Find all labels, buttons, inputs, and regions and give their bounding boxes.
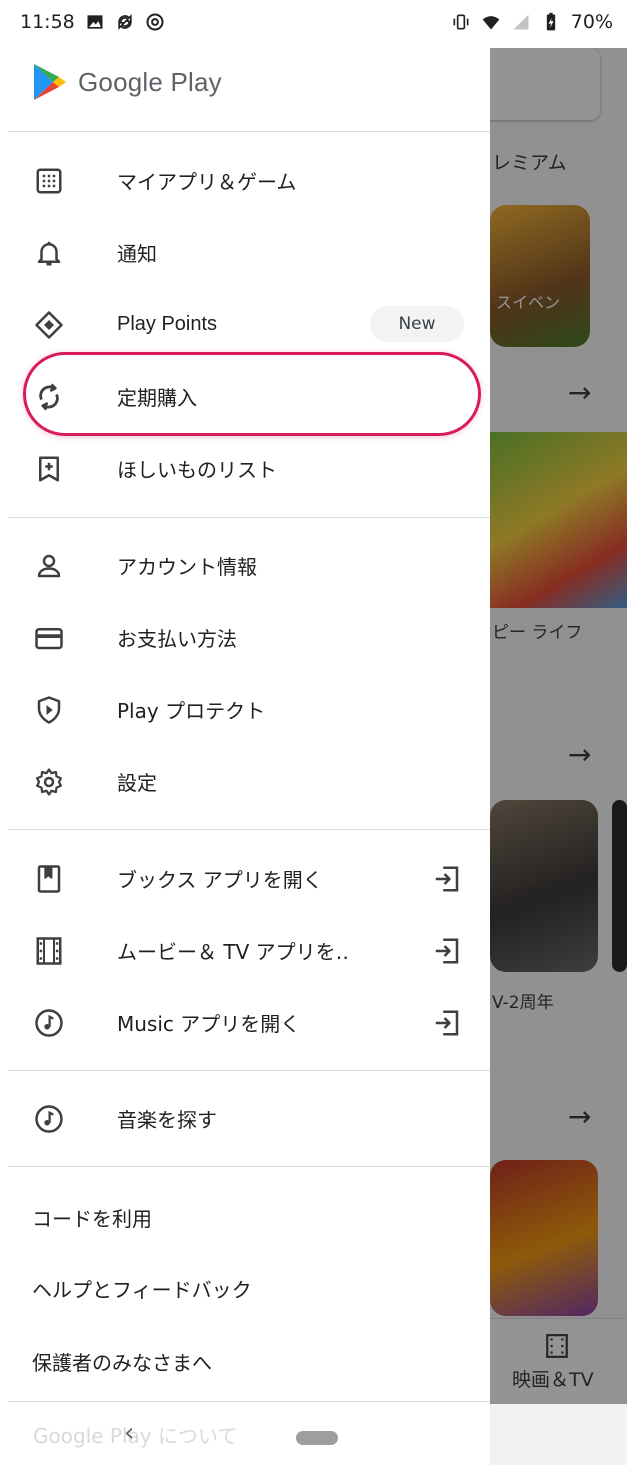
menu-item-play-points[interactable]: Play Points New	[8, 288, 490, 360]
open-external-icon	[435, 938, 459, 964]
person-icon	[37, 554, 61, 578]
grid-icon	[36, 168, 62, 194]
open-external-icon	[435, 1010, 459, 1036]
bell-icon	[37, 241, 61, 266]
menu-item-label: ブックス アプリを開く	[117, 867, 323, 892]
menu-item-label: アカウント情報	[117, 554, 257, 579]
menu-item-label: お支払い方法	[117, 626, 237, 651]
menu-item-account[interactable]: アカウント情報	[8, 529, 490, 601]
menu-item-open-books[interactable]: ブックス アプリを開く	[8, 842, 490, 914]
battery-level: 70%	[570, 11, 613, 33]
menu-item-label: Play プロテクト	[117, 698, 266, 723]
menu-item-help-feedback[interactable]: ヘルプとフィードバック	[32, 1274, 252, 1303]
menu-item-label: 音楽を探す	[117, 1107, 217, 1132]
back-chevron-icon[interactable]: ‹	[124, 1418, 134, 1448]
menu-item-label: ムービー＆ TV アプリを‥	[117, 939, 349, 964]
menu-item-label: ほしいものリスト	[117, 457, 277, 482]
new-badge: New	[370, 306, 464, 342]
battery-charging-icon	[546, 12, 555, 31]
menu-item-open-movies-tv[interactable]: ムービー＆ TV アプリを‥	[8, 914, 490, 986]
menu-item-wishlist[interactable]: ほしいものリスト	[8, 432, 490, 504]
menu-item-label: 通知	[117, 241, 157, 266]
film-icon	[36, 937, 62, 965]
menu-item-notifications[interactable]: 通知	[8, 216, 490, 288]
divider	[8, 131, 490, 132]
divider	[8, 1070, 490, 1071]
menu-item-my-apps[interactable]: マイアプリ＆ゲーム	[8, 144, 490, 216]
diamond-icon	[35, 311, 63, 339]
menu-item-open-music[interactable]: Music アプリを開く	[8, 986, 490, 1058]
menu-item-redeem-code[interactable]: コードを利用	[32, 1203, 152, 1232]
highlight-annotation	[23, 352, 481, 436]
brand-name: Google Play	[78, 66, 222, 97]
sync-disabled-icon	[118, 14, 132, 30]
divider	[8, 829, 490, 830]
menu-item-about-partial[interactable]: Google Play について	[33, 1420, 237, 1449]
signal-icon	[513, 14, 529, 30]
home-pill-button[interactable]	[296, 1431, 338, 1445]
image-icon	[87, 15, 103, 29]
menu-item-find-music[interactable]: 音楽を探す	[8, 1082, 490, 1154]
status-time: 11:58	[20, 11, 75, 33]
menu-item-label: 設定	[117, 770, 157, 795]
shield-play-icon	[37, 696, 61, 724]
menu-item-parent-guide[interactable]: 保護者のみなさまへ	[32, 1347, 212, 1376]
google-play-logo-icon	[34, 64, 66, 100]
google-play-brand: Google Play	[32, 62, 222, 102]
status-bar: 11:58 70%	[0, 0, 627, 48]
navigation-drawer: Google Play マイアプリ＆ゲーム 通知 Play Points New…	[0, 0, 490, 1465]
divider	[8, 1166, 490, 1167]
circle-at-icon	[146, 13, 164, 31]
menu-item-label: Play Points	[117, 312, 218, 335]
divider	[8, 1401, 490, 1402]
menu-item-payment-methods[interactable]: お支払い方法	[8, 601, 490, 673]
music-note-icon	[35, 1105, 63, 1133]
divider	[8, 517, 490, 518]
menu-item-label: Music アプリを開く	[117, 1011, 301, 1036]
bookmark-add-icon	[39, 456, 59, 482]
menu-item-settings[interactable]: 設定	[8, 745, 490, 817]
credit-card-icon	[35, 628, 63, 650]
book-icon	[37, 865, 61, 893]
vibrate-icon	[453, 14, 469, 30]
system-nav-bar: Google Play について ‹	[0, 1404, 627, 1465]
gear-icon	[36, 768, 62, 796]
menu-item-play-protect[interactable]: Play プロテクト	[8, 673, 490, 745]
menu-item-label: マイアプリ＆ゲーム	[117, 169, 297, 194]
wifi-icon	[482, 16, 500, 30]
open-external-icon	[435, 866, 459, 892]
music-note-icon	[35, 1009, 63, 1037]
